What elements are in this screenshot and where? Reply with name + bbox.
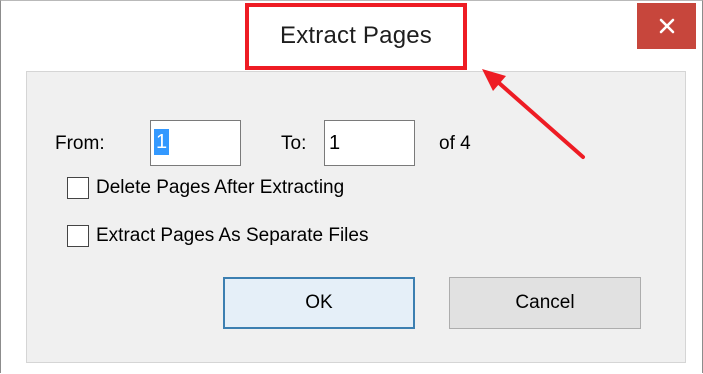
- separate-files-checkbox[interactable]: [67, 225, 89, 247]
- cancel-button[interactable]: Cancel: [449, 277, 641, 329]
- close-icon: [659, 18, 674, 34]
- separate-files-option[interactable]: Extract Pages As Separate Files: [67, 225, 368, 247]
- dialog-content-panel: From: 1 To: of 4 Delete Pages After Extr…: [26, 71, 686, 363]
- ok-button[interactable]: OK: [223, 277, 415, 329]
- from-label: From:: [55, 133, 105, 154]
- delete-pages-checkbox[interactable]: [67, 177, 89, 199]
- delete-pages-label: Delete Pages After Extracting: [96, 177, 345, 198]
- close-button[interactable]: [637, 3, 696, 49]
- dialog-title: Extract Pages: [279, 22, 432, 49]
- from-field-wrapper: 1: [150, 120, 241, 166]
- to-label: To:: [281, 133, 307, 154]
- extract-pages-dialog: Extract Pages From: 1 To: of 4 Delete Pa…: [0, 0, 703, 373]
- delete-pages-option[interactable]: Delete Pages After Extracting: [67, 177, 344, 199]
- page-count-label: of 4: [439, 133, 471, 154]
- to-input[interactable]: [324, 120, 415, 166]
- from-input[interactable]: [150, 120, 241, 166]
- separate-files-label: Extract Pages As Separate Files: [96, 225, 369, 246]
